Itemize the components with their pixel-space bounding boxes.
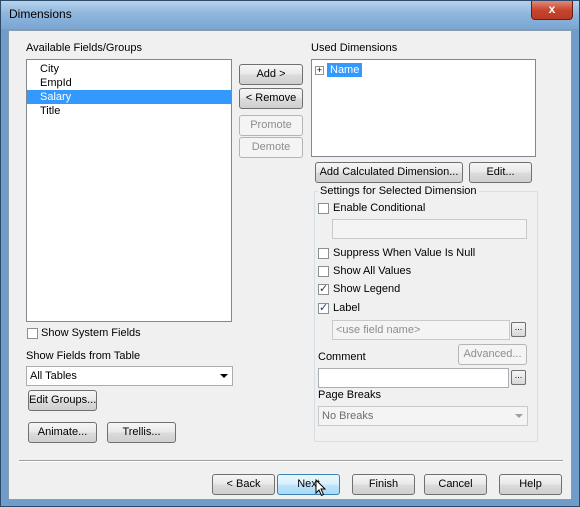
add-button[interactable]: Add > <box>239 64 303 85</box>
page-breaks-label: Page Breaks <box>318 389 381 401</box>
label-checkbox[interactable] <box>318 301 329 314</box>
dialog-client-area: Available Fields/Groups City EmpId Salar… <box>8 30 572 500</box>
promote-button[interactable]: Promote <box>239 115 303 136</box>
label-browse-button[interactable]: ... <box>511 322 526 337</box>
available-fields-list[interactable]: City EmpId Salary Title <box>26 59 232 322</box>
animate-button[interactable]: Animate... <box>28 422 97 443</box>
remove-button[interactable]: < Remove <box>239 88 303 109</box>
comment-browse-button[interactable]: ... <box>511 370 526 385</box>
show-system-fields-label: Show System Fields <box>41 327 141 339</box>
suppress-null-checkbox[interactable] <box>318 248 329 259</box>
show-all-values-checkbox[interactable] <box>318 266 329 277</box>
used-dimensions-label: Used Dimensions <box>311 42 398 54</box>
show-legend-label: Show Legend <box>333 283 401 295</box>
label-label: Label <box>333 302 360 314</box>
finish-button[interactable]: Finish <box>352 474 415 495</box>
cancel-button[interactable]: Cancel <box>424 474 487 495</box>
close-icon: x <box>548 2 556 16</box>
expand-icon[interactable]: + <box>315 66 324 75</box>
chevron-down-icon <box>220 374 228 378</box>
show-legend-checkbox[interactable] <box>318 282 329 295</box>
tree-item-name[interactable]: Name <box>327 63 363 77</box>
add-calculated-dimension-button[interactable]: Add Calculated Dimension... <box>315 162 463 183</box>
show-system-fields-checkbox[interactable] <box>27 328 38 339</box>
list-item[interactable]: EmpId <box>27 76 231 90</box>
settings-group-label: Settings for Selected Dimension <box>318 185 479 197</box>
advanced-button[interactable]: Advanced... <box>458 344 527 365</box>
table-select-value: All Tables <box>30 370 77 382</box>
title-bar[interactable]: Dimensions x <box>1 1 579 29</box>
show-fields-from-table-label: Show Fields from Table <box>26 350 141 362</box>
label-input[interactable]: <use field name> <box>332 320 510 340</box>
edit-groups-button[interactable]: Edit Groups... <box>28 390 97 411</box>
enable-conditional-checkbox[interactable] <box>318 203 329 214</box>
show-all-values-label: Show All Values <box>333 265 412 277</box>
demote-button[interactable]: Demote <box>239 137 303 158</box>
comment-input[interactable] <box>318 368 509 388</box>
table-select[interactable]: All Tables <box>26 366 233 386</box>
mouse-pointer-icon <box>315 479 327 497</box>
close-button[interactable]: x <box>531 1 573 20</box>
trellis-button[interactable]: Trellis... <box>107 422 176 443</box>
back-button[interactable]: < Back <box>212 474 275 495</box>
suppress-null-label: Suppress When Value Is Null <box>333 247 476 259</box>
edit-dimension-button[interactable]: Edit... <box>469 162 532 183</box>
page-breaks-select[interactable]: No Breaks <box>318 406 528 426</box>
list-item[interactable]: City <box>27 62 231 76</box>
help-button[interactable]: Help <box>499 474 562 495</box>
dimensions-dialog: Dimensions x Available Fields/Groups Cit… <box>0 0 580 507</box>
list-item[interactable]: Title <box>27 104 231 118</box>
page-breaks-value: No Breaks <box>322 410 374 422</box>
list-item[interactable]: Salary <box>27 90 231 104</box>
next-button[interactable]: Next <box>277 474 340 495</box>
conditional-input[interactable] <box>332 219 527 239</box>
chevron-down-icon <box>515 414 523 418</box>
comment-label: Comment <box>318 351 366 363</box>
available-fields-label: Available Fields/Groups <box>26 42 142 54</box>
footer-separator <box>19 460 563 462</box>
enable-conditional-label: Enable Conditional <box>333 202 426 214</box>
used-dimensions-tree[interactable]: + Name <box>311 59 536 157</box>
window-title: Dimensions <box>9 7 72 21</box>
